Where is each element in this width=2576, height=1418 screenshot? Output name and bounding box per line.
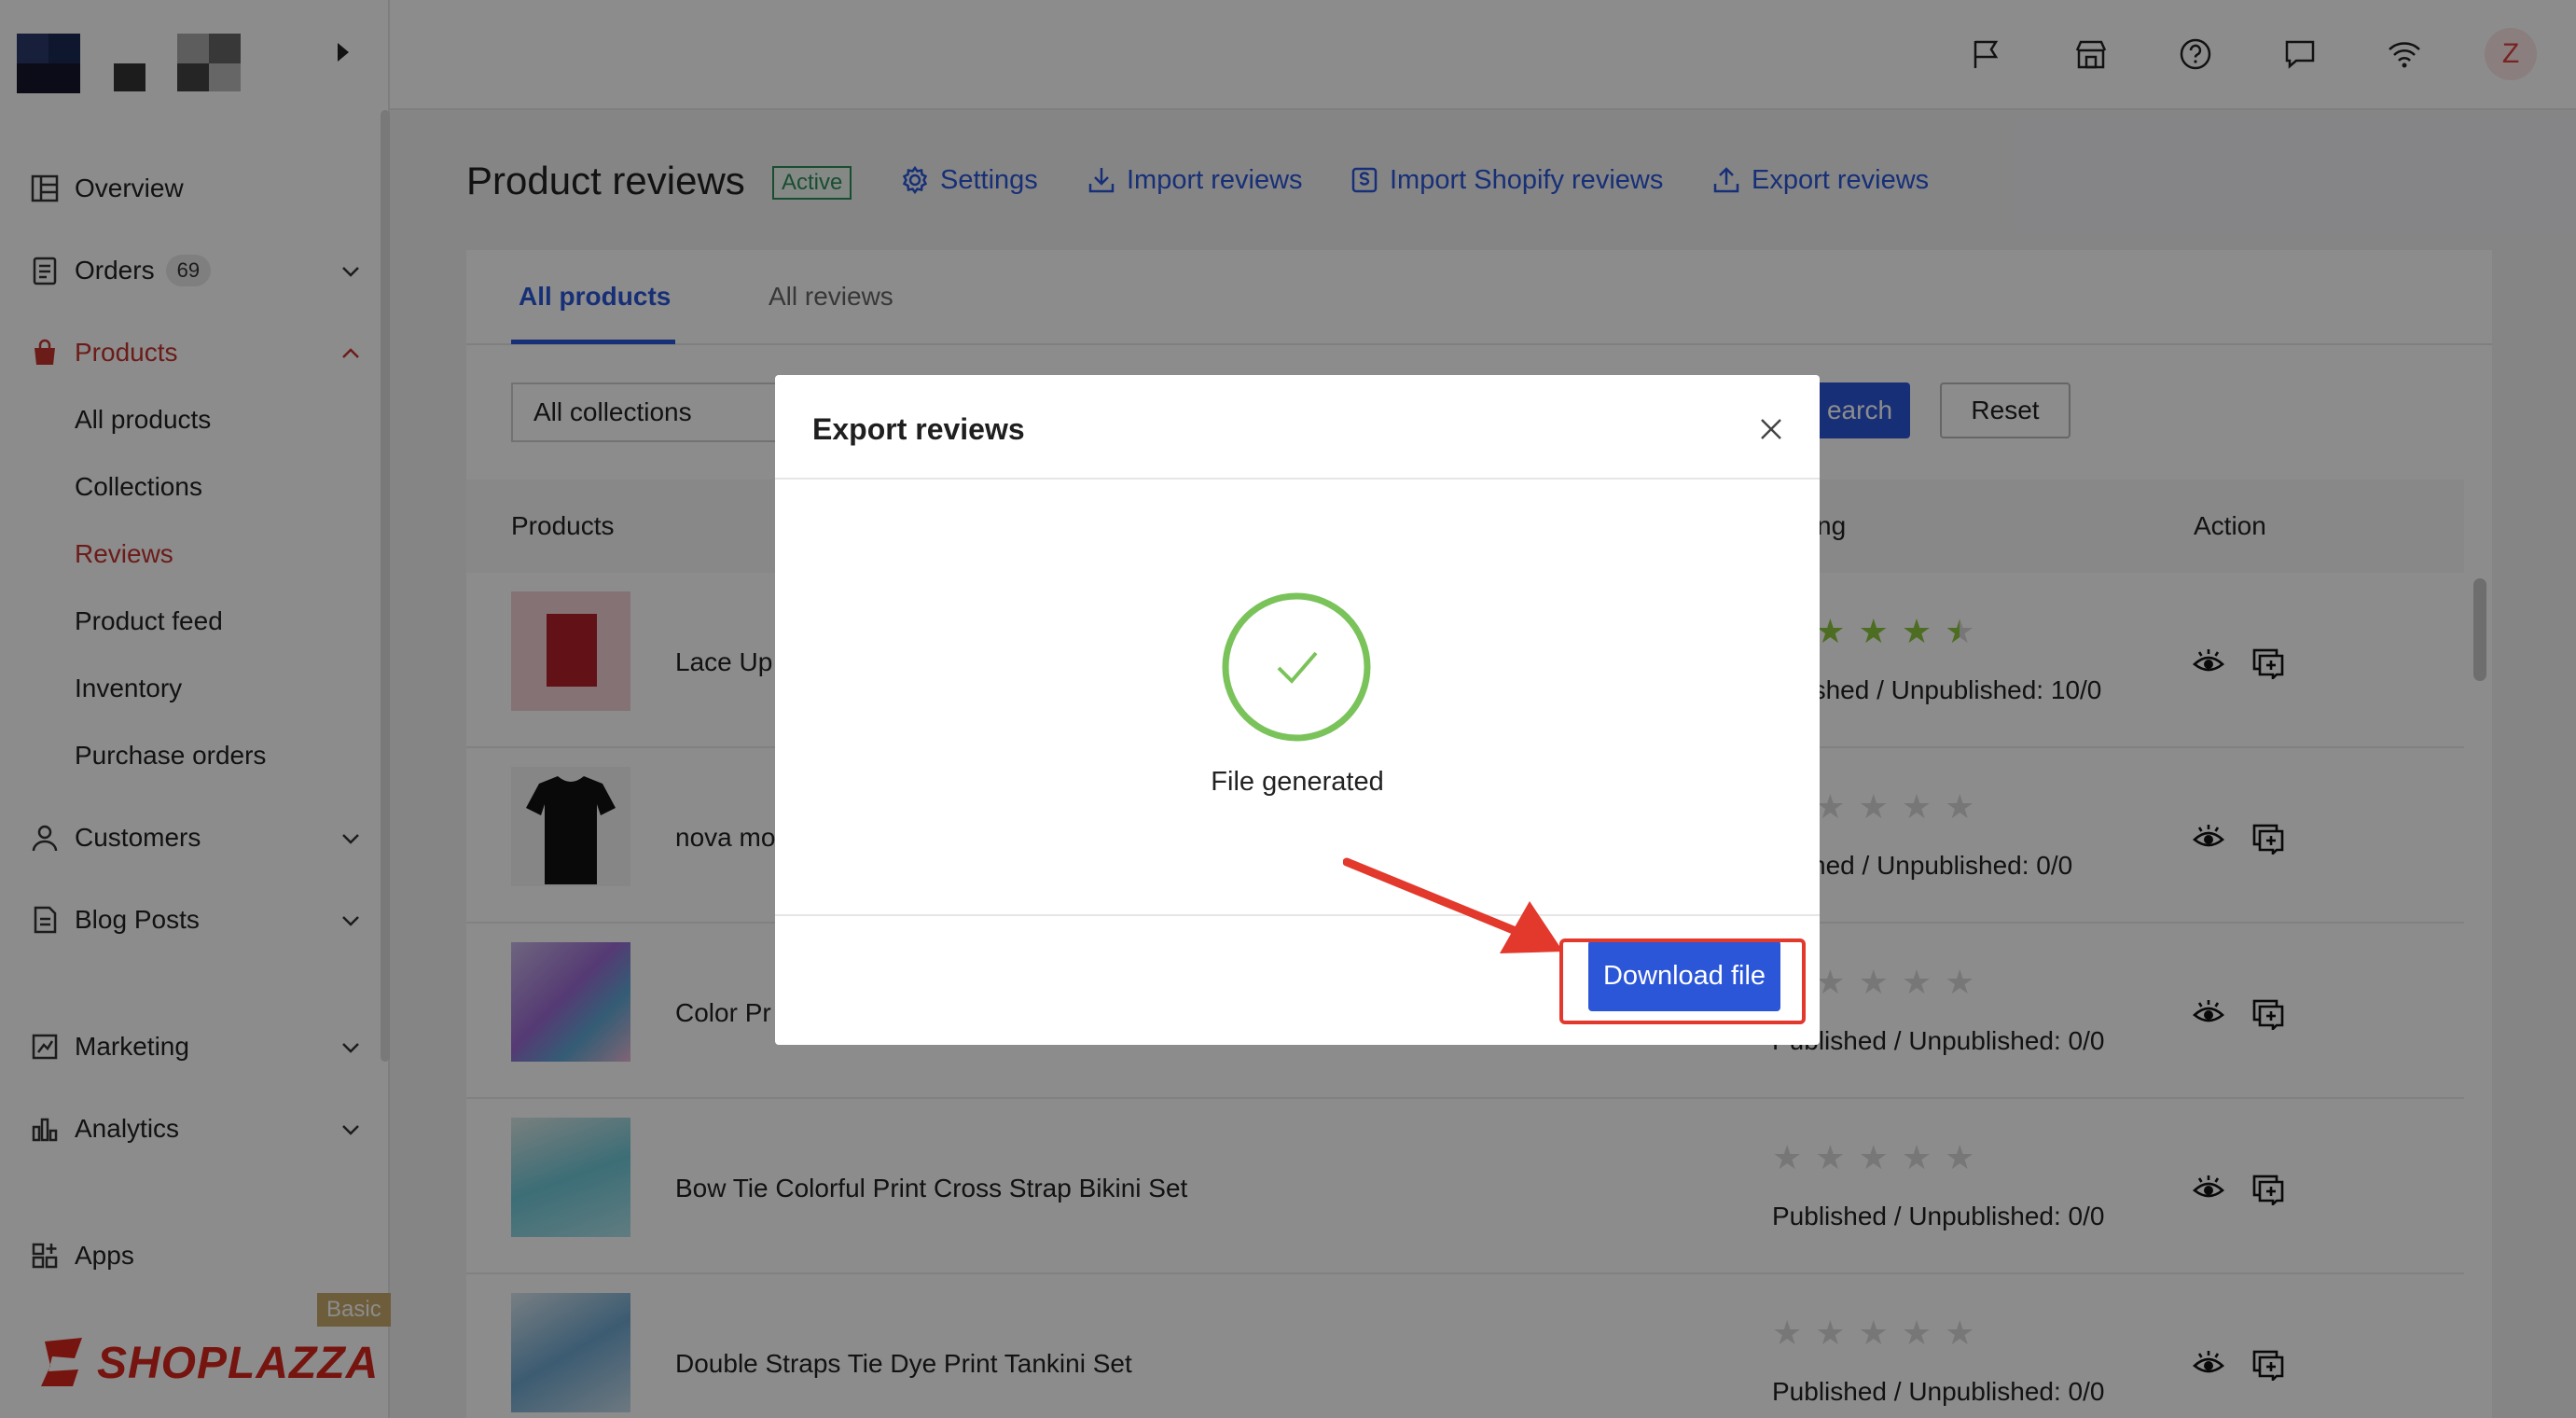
modal-footer-divider xyxy=(775,914,1820,916)
modal-header-divider xyxy=(775,478,1820,480)
modal-title: Export reviews xyxy=(812,412,1025,446)
success-check-icon xyxy=(1221,591,1372,743)
arrow-annotation-icon xyxy=(1343,857,1563,953)
modal-message: File generated xyxy=(1211,767,1384,797)
highlight-annotation xyxy=(1559,938,1806,1024)
close-icon[interactable] xyxy=(1752,410,1790,448)
